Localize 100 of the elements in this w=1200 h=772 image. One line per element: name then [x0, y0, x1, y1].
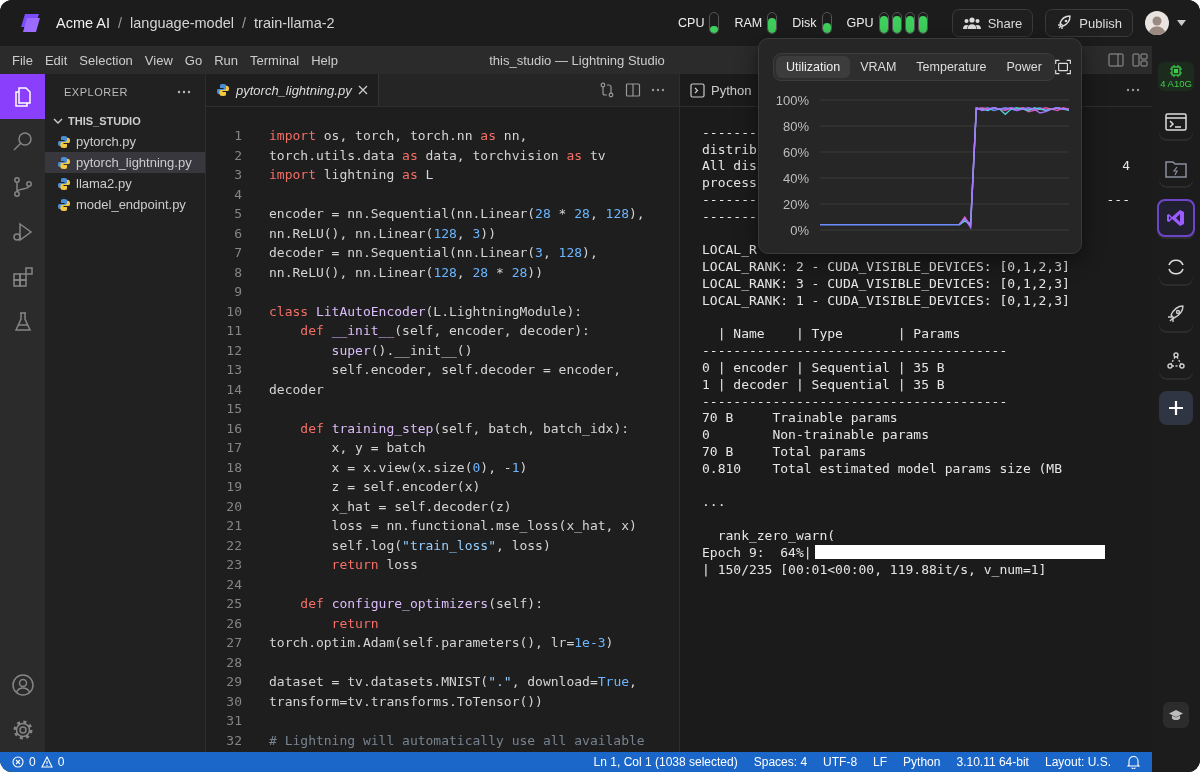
menu-item[interactable]: Edit — [38, 52, 74, 68]
status-item[interactable]: Spaces: 4 — [753, 755, 808, 769]
bell-icon[interactable] — [1127, 755, 1140, 769]
close-icon[interactable] — [357, 85, 368, 95]
code-line: def __init__(self, encoder, decoder): — [299, 323, 590, 339]
warning-icon — [40, 756, 53, 768]
status-item[interactable]: Layout: U.S. — [1044, 755, 1111, 769]
tree-item[interactable]: model_endpoint.py — [45, 194, 205, 215]
breadcrumb-link[interactable]: Acme AI — [56, 15, 110, 31]
line-number: 30 — [225, 693, 242, 709]
axis-label: 60% — [782, 144, 809, 160]
warning-count[interactable]: 0 — [57, 755, 65, 769]
breadcrumb-link[interactable]: language-model — [130, 15, 235, 31]
code-line: x, y = batch — [330, 440, 426, 456]
learn-button[interactable] — [1163, 702, 1189, 728]
chart-tab[interactable]: VRAM — [850, 56, 907, 78]
panel-icon[interactable] — [1108, 52, 1124, 68]
line-number: 27 — [225, 635, 242, 651]
code-line: import lightning as L — [269, 167, 434, 183]
menu-item[interactable]: Selection — [73, 52, 139, 68]
window-title: this_studio — Lightning Studio — [489, 52, 665, 68]
layout-icon[interactable] — [1132, 52, 1148, 68]
breadcrumb-link[interactable]: train-llama-2 — [254, 15, 335, 31]
code-line: dataset = tv.datasets.MNIST(".", download=True, — [269, 674, 637, 690]
tree-item[interactable]: pytorch_lightning.py — [45, 152, 205, 173]
resource-label: GPU — [846, 16, 874, 30]
status-item[interactable]: Ln 1, Col 1 (1038 selected) — [593, 755, 738, 769]
python-file-icon — [57, 155, 71, 170]
terminal-line: ------- — [702, 124, 757, 140]
line-number: 3 — [233, 167, 242, 183]
file-name: llama2.py — [76, 176, 132, 191]
chart-tab[interactable]: Utilization — [776, 56, 851, 78]
split-editor-icon[interactable] — [625, 82, 641, 98]
status-item[interactable]: Python — [903, 755, 941, 769]
code-editor-icon — [1166, 208, 1186, 228]
status-item[interactable]: LF — [873, 755, 888, 769]
status-item[interactable]: 3.10.11 64-bit — [956, 755, 1029, 769]
file-name: pytorch.py — [76, 134, 136, 149]
line-number: 18 — [225, 459, 242, 475]
terminal-line: distrib — [702, 141, 757, 157]
terminal-tab[interactable]: Python — [680, 82, 752, 98]
menu-item[interactable]: Help — [305, 52, 344, 68]
line-number: 28 — [225, 654, 242, 670]
more-icon[interactable] — [651, 88, 665, 92]
axis-label: 40% — [782, 170, 809, 186]
menu-item[interactable]: View — [138, 52, 179, 68]
expand-icon[interactable] — [1054, 57, 1071, 77]
caret-icon[interactable] — [1177, 20, 1186, 26]
axis-label: 100% — [775, 92, 809, 108]
resource-label: RAM — [734, 16, 763, 30]
add-button[interactable] — [1159, 391, 1193, 425]
more-icon[interactable] — [1126, 88, 1140, 92]
line-number: 9 — [233, 284, 242, 300]
gpu-badge[interactable]: 4 A10G — [1158, 62, 1194, 91]
menu-item[interactable]: Run — [208, 52, 244, 68]
loader-icon — [1166, 257, 1186, 277]
avatar[interactable] — [1145, 11, 1169, 35]
chip-icon — [1168, 64, 1184, 78]
activity-item[interactable] — [0, 74, 45, 119]
plus-icon — [1168, 400, 1184, 416]
folder-item[interactable]: THIS_STUDIO — [45, 110, 205, 131]
menu-item[interactable]: Go — [178, 52, 209, 68]
terminal-line: 1 | decoder | Sequential | 35 B — [702, 376, 945, 392]
publish-button[interactable]: Publish — [1045, 9, 1133, 37]
line-number: 21 — [225, 518, 242, 534]
terminal-line: ... — [702, 494, 726, 510]
code-line: torch.utils.data as data, torchvision as tv — [269, 147, 606, 163]
line-number: 14 — [225, 381, 242, 397]
axis-label: 20% — [782, 196, 809, 212]
chart-tab[interactable]: Temperature — [906, 56, 997, 78]
tree-item[interactable]: llama2.py — [45, 173, 205, 194]
line-number: 22 — [225, 537, 242, 553]
editor-tab[interactable]: pytorch_lightning.py — [206, 74, 379, 106]
share-button[interactable]: Share — [951, 9, 1034, 37]
code-line: torch.optim.Adam(self.parameters(), lr=1e-3) — [269, 635, 614, 651]
menu-item[interactable]: File — [6, 52, 39, 68]
terminal-line: LOCAL_R — [702, 242, 757, 258]
tree-item[interactable]: pytorch.py — [45, 131, 205, 152]
status-item[interactable]: UTF-8 — [823, 755, 858, 769]
terminal-line: ------- — [702, 192, 757, 208]
terminal-line: --------------------------------------- — [702, 343, 1008, 359]
compare-icon[interactable] — [599, 82, 615, 98]
code-line: return loss — [330, 557, 418, 573]
menu-item[interactable]: Terminal — [244, 52, 306, 68]
code-line: class LitAutoEncoder(L.LightningModule): — [269, 303, 583, 319]
folder-bolt-icon — [1165, 160, 1187, 178]
code-line: x = x.view(x.size(0), -1) — [330, 459, 528, 475]
chart-tab[interactable]: Power — [996, 56, 1052, 78]
line-number: 26 — [225, 615, 242, 631]
python-file-icon — [57, 176, 71, 191]
line-number: 8 — [233, 264, 242, 280]
terminal-line: LOCAL_RANK: 2 - CUDA_VISIBLE_DEVICES: [0,1,2,3] — [702, 259, 1070, 275]
line-number: 32 — [225, 732, 242, 748]
terminal-icon — [690, 82, 705, 98]
line-number: 16 — [225, 420, 242, 436]
code-line: def training_step(self, batch, batch_idx): — [299, 420, 630, 436]
line-number: 13 — [225, 362, 242, 378]
code-line: nn.ReLU(), nn.Linear(128, 28 * 28)) — [269, 264, 543, 280]
error-count[interactable]: 0 — [29, 755, 36, 769]
more-icon[interactable] — [177, 90, 191, 94]
